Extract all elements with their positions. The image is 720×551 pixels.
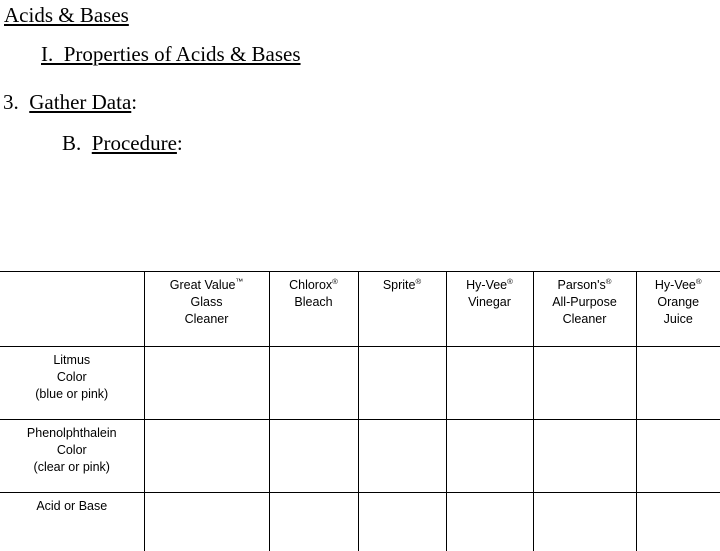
row-header-line: (blue or pink) xyxy=(2,386,142,403)
section-heading: I. Properties of Acids & Bases xyxy=(41,42,301,67)
list-item-procedure: B. Procedure: xyxy=(62,131,183,156)
column-header-chlorox-bleach: Chlorox®Bleach xyxy=(269,272,358,347)
row-header-acid-or-base: Acid or Base xyxy=(0,493,144,551)
table-cell[interactable] xyxy=(269,347,358,420)
column-header-line: Hy-Vee® xyxy=(449,277,531,294)
table-corner-cell xyxy=(0,272,144,347)
table-cell[interactable] xyxy=(269,493,358,551)
page-title: Acids & Bases xyxy=(4,3,129,28)
table-cell[interactable] xyxy=(269,420,358,493)
table-cell[interactable] xyxy=(636,420,720,493)
column-header-line: All-Purpose xyxy=(536,294,634,311)
row-header-phenolphthalein-color: PhenolphthaleinColor(clear or pink) xyxy=(0,420,144,493)
column-header-line: Bleach xyxy=(272,294,356,311)
column-header-parsons-all-purpose-cleaner: Parson's®All-PurposeCleaner xyxy=(533,272,636,347)
table-cell[interactable] xyxy=(358,493,446,551)
column-header-line: Juice xyxy=(639,311,719,328)
list-item-gather-data: 3. Gather Data: xyxy=(3,90,137,115)
table-header-row: Great Value™GlassCleaner Chlorox®Bleach … xyxy=(0,272,720,347)
table-cell[interactable] xyxy=(446,493,533,551)
sub-item-label: Procedure xyxy=(92,131,177,155)
trademark-symbol: ® xyxy=(415,277,421,286)
column-header-line: Great Value™ xyxy=(147,277,267,294)
table-cell[interactable] xyxy=(144,420,269,493)
table-cell[interactable] xyxy=(358,420,446,493)
table-cell[interactable] xyxy=(533,493,636,551)
page-title-text: Acids & Bases xyxy=(4,3,129,27)
column-header-great-value-glass-cleaner: Great Value™GlassCleaner xyxy=(144,272,269,347)
row-header-line: Color xyxy=(2,369,142,386)
list-item-colon: : xyxy=(131,90,137,114)
table-cell[interactable] xyxy=(533,347,636,420)
column-header-hy-vee-vinegar: Hy-Vee®Vinegar xyxy=(446,272,533,347)
table-cell[interactable] xyxy=(144,493,269,551)
section-heading-text: I. Properties of Acids & Bases xyxy=(41,42,301,66)
sub-item-colon: : xyxy=(177,131,183,155)
column-header-line: Hy-Vee® xyxy=(639,277,719,294)
column-header-line: Cleaner xyxy=(147,311,267,328)
table-cell[interactable] xyxy=(636,493,720,551)
table-cell[interactable] xyxy=(636,347,720,420)
trademark-symbol: ® xyxy=(606,277,612,286)
column-header-line: Glass xyxy=(147,294,267,311)
table-cell[interactable] xyxy=(358,347,446,420)
column-header-sprite: Sprite® xyxy=(358,272,446,347)
column-header-line: Parson's® xyxy=(536,277,634,294)
column-header-hy-vee-orange-juice: Hy-Vee®OrangeJuice xyxy=(636,272,720,347)
trademark-symbol: ® xyxy=(696,277,702,286)
list-item-number: 3. xyxy=(3,90,29,114)
column-header-line: Chlorox® xyxy=(272,277,356,294)
column-header-line: Orange xyxy=(639,294,719,311)
table-cell[interactable] xyxy=(144,347,269,420)
table-row: Acid or Base xyxy=(0,493,720,551)
trademark-symbol: ™ xyxy=(236,277,244,286)
table-row: PhenolphthaleinColor(clear or pink) xyxy=(0,420,720,493)
table-cell[interactable] xyxy=(446,347,533,420)
row-header-line: Litmus xyxy=(2,352,142,369)
row-header-line: Acid or Base xyxy=(2,498,142,515)
row-header-line: (clear or pink) xyxy=(2,459,142,476)
list-item-label: Gather Data xyxy=(29,90,131,114)
table-cell[interactable] xyxy=(446,420,533,493)
data-collection-table: Great Value™GlassCleaner Chlorox®Bleach … xyxy=(0,271,720,551)
row-header-line: Color xyxy=(2,442,142,459)
column-header-line: Vinegar xyxy=(449,294,531,311)
column-header-line: Cleaner xyxy=(536,311,634,328)
table-cell[interactable] xyxy=(533,420,636,493)
row-header-line: Phenolphthalein xyxy=(2,425,142,442)
row-header-litmus-color: LitmusColor(blue or pink) xyxy=(0,347,144,420)
table-row: LitmusColor(blue or pink) xyxy=(0,347,720,420)
column-header-line: Sprite® xyxy=(361,277,444,294)
trademark-symbol: ® xyxy=(507,277,513,286)
sub-item-letter: B. xyxy=(62,131,92,155)
trademark-symbol: ® xyxy=(332,277,338,286)
